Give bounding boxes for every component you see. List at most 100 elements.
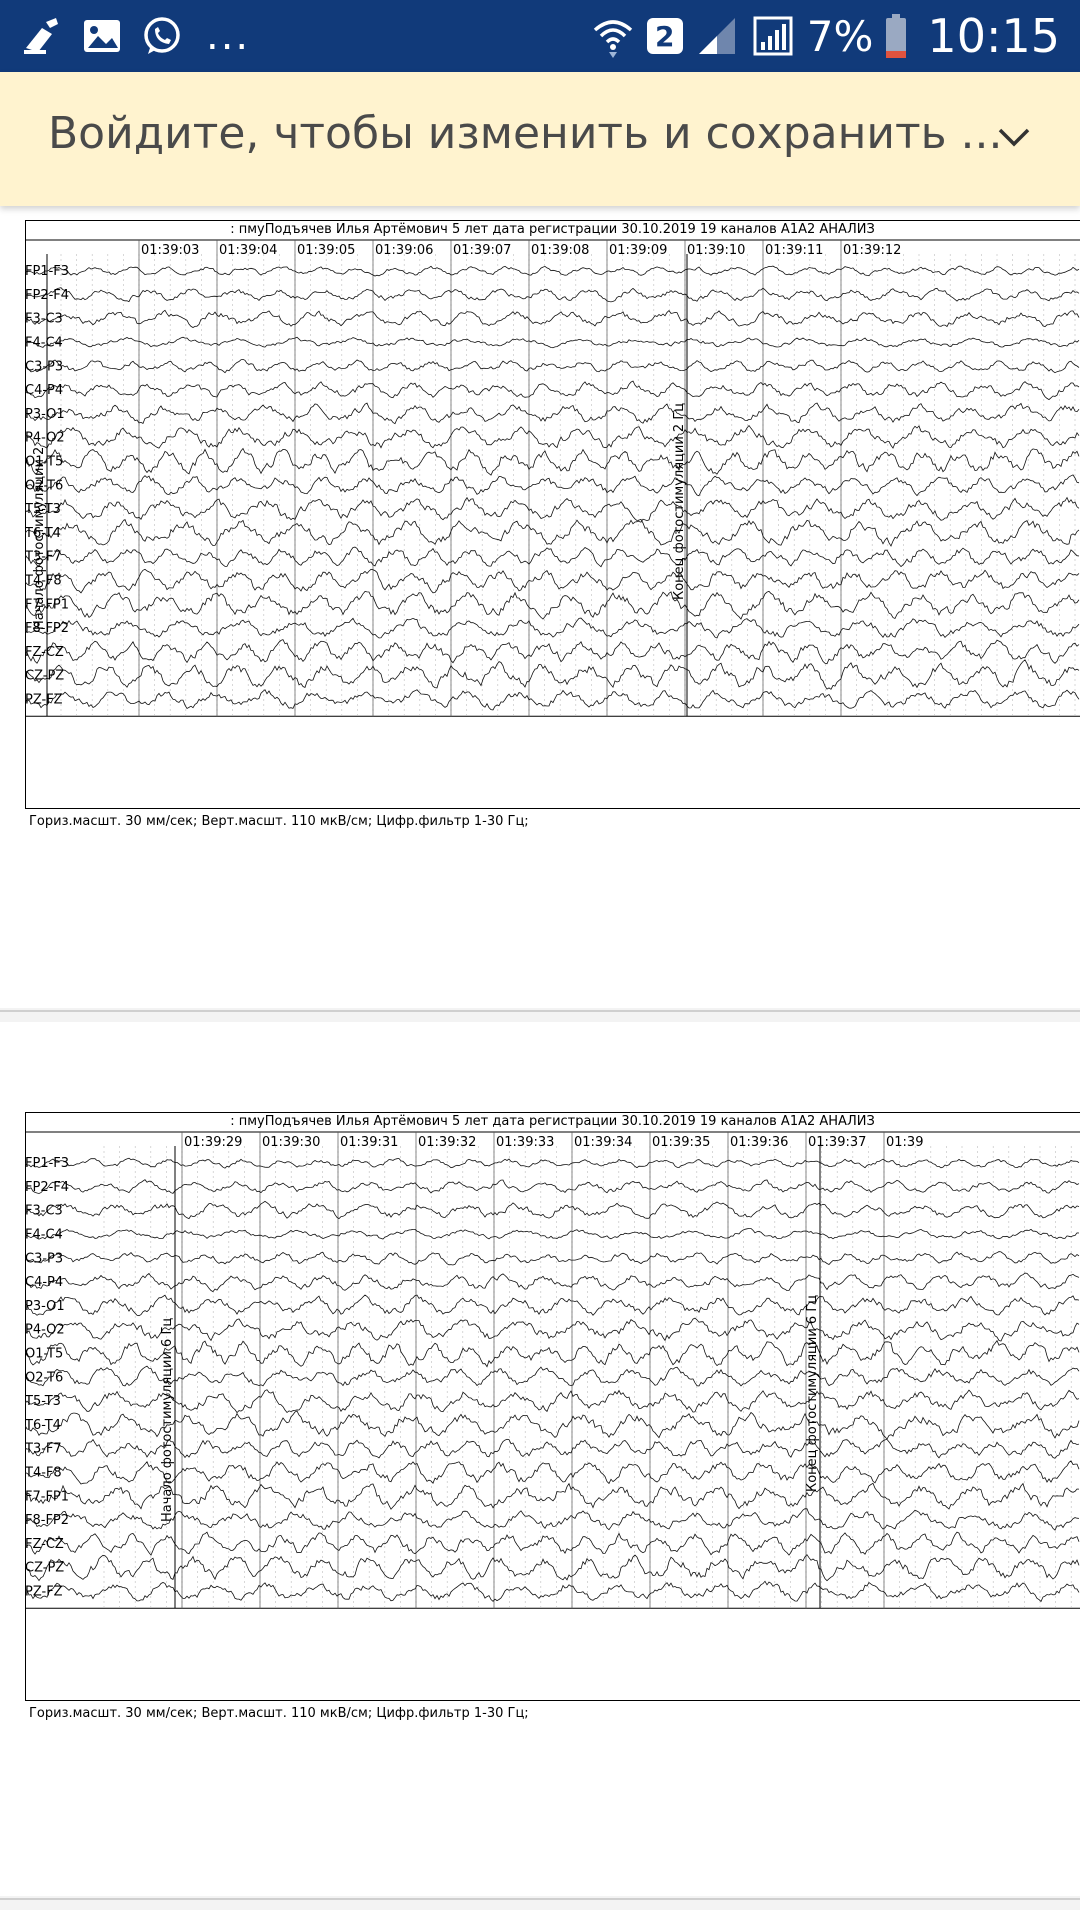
eeg-trace: [25, 1294, 1080, 1317]
channel-label: P3-O1: [25, 407, 65, 422]
status-bar-left: ...: [20, 0, 250, 72]
time-label: 01:39:32: [418, 1135, 476, 1150]
eeg-trace: [25, 568, 1080, 594]
eeg-trace: [25, 518, 1080, 547]
eeg-trace: [25, 1508, 1080, 1531]
eeg-trace: [25, 309, 1080, 328]
channel-label: FZ-CZ: [25, 1537, 64, 1552]
channel-label: T3-F7: [25, 1442, 62, 1457]
page-footer: Гориз.масшт. 30 мм/сек; Верт.масшт. 110 …: [29, 814, 529, 829]
chevron-down-icon[interactable]: [992, 116, 1036, 160]
time-label: 01:39:37: [808, 1135, 866, 1150]
channel-label: F4-C4: [25, 1227, 63, 1242]
channel-label: C4-P4: [25, 1275, 63, 1290]
eeg-trace: [25, 287, 1080, 303]
eeg-trace-panel: 01:39:03 01:39:04 01:39:05 01:39:06 01:39:07…: [25, 220, 1080, 809]
channel-label: F7-FP1: [25, 1489, 69, 1504]
whatsapp-icon: [144, 17, 180, 54]
eeg-trace: [25, 496, 1080, 523]
time-label: 01:39:29: [184, 1135, 242, 1150]
eeg-trace: [25, 617, 1080, 639]
channel-label: F3-C3: [25, 312, 63, 327]
eeg-trace: [25, 1157, 1080, 1169]
stimulation-marker-label: Начало фотостимуляции 2: [32, 447, 47, 630]
channel-label: C3-P3: [25, 359, 63, 374]
status-overflow: ...: [206, 13, 251, 59]
time-label: 01:39:12: [843, 243, 901, 258]
time-label: 01:39:33: [496, 1135, 554, 1150]
sign-in-banner[interactable]: Войдите, чтобы изменить и сохранить ...: [0, 72, 1080, 206]
status-bar-right: 2 7% 10:15: [591, 0, 1060, 72]
channel-label: P4-O2: [25, 1323, 65, 1338]
stimulation-marker-label: Начало фотостимуляции 6 Гц: [160, 1318, 175, 1522]
eeg-page-2: : пмуПодъячев Илья Артёмович 5 лет дата …: [25, 1112, 1080, 1721]
channel-label: C4-P4: [25, 383, 63, 398]
time-label: 01:39:36: [730, 1135, 788, 1150]
eeg-trace: [25, 1531, 1080, 1556]
eeg-trace: [25, 1365, 1080, 1387]
eeg-trace: [25, 659, 1080, 690]
channel-label: T4-F8: [25, 1465, 62, 1480]
eeg-trace: [25, 1389, 1080, 1414]
channel-label: C3-P3: [25, 1251, 63, 1266]
eeg-trace: [25, 265, 1080, 277]
channel-label: P4-O2: [25, 431, 65, 446]
time-label: 01:39:06: [375, 243, 433, 258]
gallery-icon: [84, 20, 120, 52]
channel-label: O2-T6: [25, 1370, 63, 1385]
channel-label: P3-O1: [25, 1299, 65, 1314]
stimulation-marker-label: Конец фотостимуляции 2 Гц: [672, 403, 687, 600]
eeg-trace: [25, 358, 1080, 374]
channel-label: T6-T4: [25, 1418, 61, 1433]
eeg-trace: [25, 1317, 1080, 1342]
document-viewer[interactable]: : пмуПодъячев Илья Артёмович 5 лет дата …: [0, 206, 1080, 1920]
channel-label: FZ-CZ: [25, 645, 64, 660]
eeg-trace: [25, 1438, 1080, 1459]
eeg-trace: [25, 1460, 1080, 1485]
eeg-trace: [25, 1272, 1080, 1293]
time-label: 01:39:03: [141, 243, 199, 258]
page-footer: Гориз.масшт. 30 мм/сек; Верт.масшт. 110 …: [29, 1706, 529, 1721]
page-separator: [0, 1898, 1080, 1900]
signal-icon-sim1: [698, 18, 735, 54]
channel-label: O1-T5: [25, 1346, 63, 1361]
time-label: 01:39:11: [765, 243, 823, 258]
channel-label: F3-C3: [25, 1204, 63, 1219]
time-label: 01:39:10: [687, 243, 745, 258]
sim-badge: 2: [646, 18, 683, 54]
channel-label: FP2-F4: [25, 1180, 69, 1195]
time-label: 01:39:04: [219, 243, 277, 258]
eeg-trace: [25, 689, 1080, 711]
stimulation-marker-label: Конец фотостимуляции 6 Гц: [805, 1295, 820, 1492]
clock: 10:15: [927, 9, 1060, 63]
channel-label: F4-C4: [25, 335, 63, 350]
signal-icon-sim2: [753, 16, 793, 56]
time-label: 01:39:35: [652, 1135, 710, 1150]
eeg-trace: [25, 474, 1080, 497]
eeg-trace: [25, 1482, 1080, 1510]
time-label: 01:39:34: [574, 1135, 632, 1150]
eeg-trace: [25, 1339, 1080, 1368]
eeg-trace: [25, 447, 1080, 476]
eeg-trace: [25, 336, 1080, 349]
eeg-trace: [25, 1251, 1080, 1266]
eeg-trace: [25, 1228, 1080, 1240]
eeg-trace: [25, 402, 1080, 425]
time-label: 01:39:05: [297, 243, 355, 258]
eeg-trace: [25, 1580, 1080, 1603]
status-bar: ... 2 7% 10:15: [0, 0, 1080, 72]
channel-label: CZ-PZ: [25, 669, 64, 684]
eeg-trace-panel: 01:39:29 01:39:30 01:39:31 01:39:32 01:39:33…: [25, 1112, 1080, 1701]
time-label: 01:39:31: [340, 1135, 398, 1150]
time-label: 01:39:08: [531, 243, 589, 258]
wifi-icon: [593, 20, 632, 58]
eeg-trace: [25, 590, 1080, 620]
channel-label: T5-T3: [25, 1394, 61, 1409]
eeg-trace: [25, 380, 1080, 401]
time-label: 01:39:07: [453, 243, 511, 258]
battery-percent: 7%: [806, 11, 874, 61]
eeg-trace: [25, 1179, 1080, 1194]
sign-in-banner-text[interactable]: Войдите, чтобы изменить и сохранить ...: [48, 108, 1002, 159]
time-label: 01:39: [886, 1135, 923, 1150]
eeg-trace: [25, 1554, 1080, 1582]
